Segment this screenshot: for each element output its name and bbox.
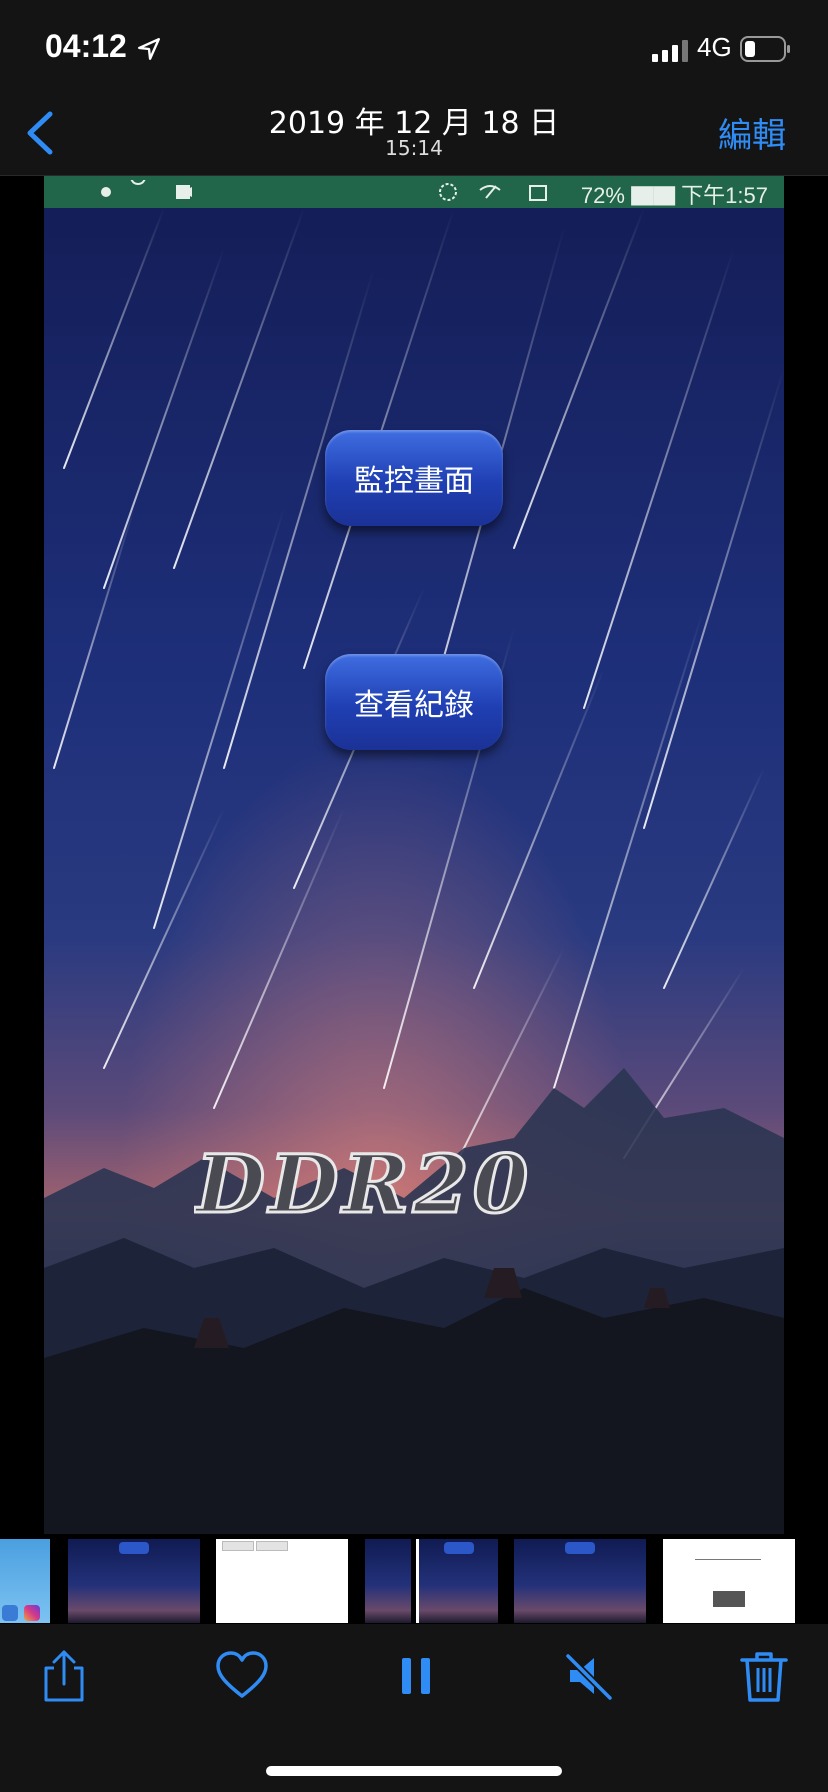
- media-viewer: 72% ▇▇ 下午1:57 監控畫面 查看紀錄 DDR20: [44, 176, 784, 1534]
- photo-nav-bar: 2019 年 12 月 18 日 15:14 編輯: [0, 90, 828, 176]
- share-icon[interactable]: [36, 1648, 92, 1704]
- heart-icon[interactable]: [214, 1648, 270, 1704]
- pause-icon[interactable]: [388, 1648, 444, 1704]
- thumbnail-current[interactable]: [416, 1539, 498, 1623]
- photo-time: 15:14: [385, 136, 443, 160]
- android-status-bar: 72% ▇▇ 下午1:57: [44, 176, 784, 208]
- thumbnail[interactable]: [68, 1539, 200, 1623]
- thumbnail[interactable]: [365, 1539, 411, 1623]
- home-indicator: [266, 1766, 562, 1776]
- monitor-view-button[interactable]: 監控畫面: [325, 430, 503, 526]
- view-records-button[interactable]: 查看紀錄: [325, 654, 503, 750]
- thumbnail[interactable]: [514, 1539, 646, 1623]
- location-arrow-icon: [138, 38, 160, 60]
- android-status-text: 72% ▇▇ 下午1:57: [580, 183, 768, 208]
- thumbnail[interactable]: [800, 1539, 828, 1623]
- status-time: 04:12: [45, 28, 127, 64]
- app-logo: DDR20: [194, 1136, 532, 1233]
- thumbnail[interactable]: [216, 1539, 348, 1623]
- signal-icon: [652, 40, 688, 62]
- thumbnail[interactable]: [0, 1539, 50, 1623]
- thumbnail-strip: [0, 1534, 828, 1624]
- android-notification-icons: [101, 180, 192, 199]
- thumbnail[interactable]: [663, 1539, 795, 1623]
- ios-status-bar: 04:12 4G: [0, 0, 828, 90]
- starfall-background: [44, 208, 784, 1534]
- edit-button[interactable]: 編輯: [718, 108, 786, 157]
- network-type: 4G: [697, 32, 732, 62]
- mute-icon[interactable]: [560, 1648, 616, 1704]
- svg-text:DDR20: DDR20: [194, 1137, 532, 1231]
- photo-toolbar: [0, 1624, 828, 1792]
- trash-icon[interactable]: [736, 1648, 792, 1704]
- battery-icon: [740, 36, 790, 62]
